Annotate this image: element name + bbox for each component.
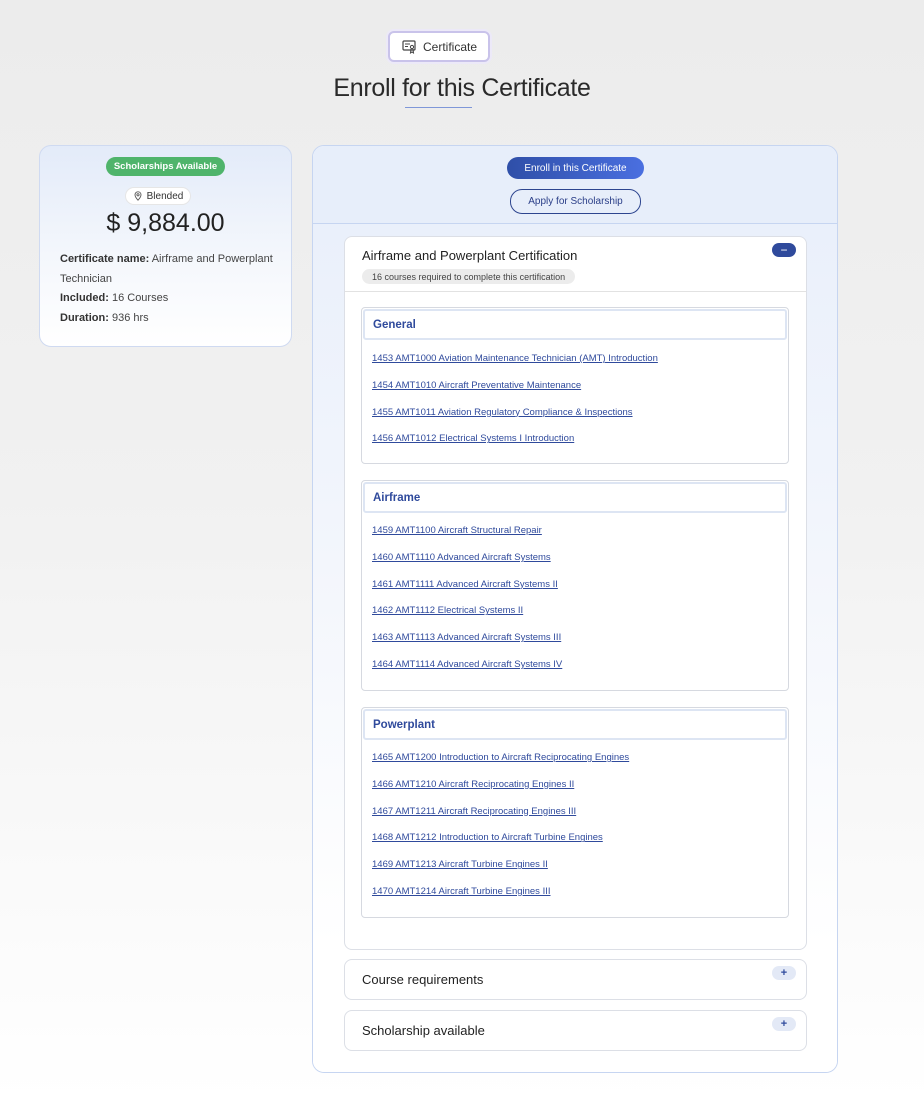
list-item: 1468 AMT1212 Introduction to Aircraft Tu…: [372, 827, 629, 854]
included-label: Included:: [60, 292, 109, 304]
accordion-divider: [345, 291, 806, 292]
duration-label: Duration:: [60, 311, 109, 324]
page-title: Enroll for this Certificate: [333, 74, 591, 102]
list-item: 1462 AMT1112 Electrical Systems II: [372, 600, 562, 627]
scholarship-title[interactable]: Scholarship available: [362, 1023, 485, 1038]
course-link[interactable]: 1466 AMT1210 Aircraft Reciprocating Engi…: [372, 779, 574, 790]
list-item: 1467 AMT1211 Aircraft Reciprocating Engi…: [372, 801, 629, 828]
list-item: 1456 AMT1012 Electrical Systems I Introd…: [372, 428, 658, 455]
course-link[interactable]: 1470 AMT1214 Aircraft Turbine Engines II…: [372, 886, 551, 897]
duration-value: 936 hrs: [111, 311, 149, 324]
certificate-tag-label: Certificate: [422, 39, 478, 54]
list-item: 1464 AMT1114 Advanced Aircraft Systems I…: [372, 654, 562, 681]
list-item: 1465 AMT1200 Introduction to Aircraft Re…: [372, 747, 629, 774]
delivery-mode-badge: Blended: [125, 187, 191, 205]
list-item: 1455 AMT1011 Aviation Regulatory Complia…: [372, 402, 658, 429]
certificate-details: Certificate name: Airframe and Powerplan…: [60, 250, 280, 328]
certificate-tag: Certificate: [388, 31, 490, 62]
certificate-name-row: Certificate name: Airframe and Powerplan…: [60, 250, 280, 289]
scholarship-accordion[interactable]: Scholarship available +: [344, 1010, 807, 1051]
course-list: 1453 AMT1000 Aviation Maintenance Techni…: [372, 348, 658, 455]
course-group-header: General: [363, 309, 787, 340]
course-group-airframe: Airframe 1459 AMT1100 Aircraft Structura…: [361, 480, 789, 691]
expand-toggle[interactable]: +: [772, 966, 796, 980]
course-link[interactable]: 1453 AMT1000 Aviation Maintenance Techni…: [372, 353, 658, 364]
course-link[interactable]: 1463 AMT1113 Advanced Aircraft Systems I…: [372, 632, 561, 643]
certification-title[interactable]: Airframe and Powerplant Certification: [362, 248, 577, 263]
collapse-toggle[interactable]: −: [772, 243, 796, 257]
course-link[interactable]: 1456 AMT1012 Electrical Systems I Introd…: [372, 433, 574, 444]
course-link[interactable]: 1467 AMT1211 Aircraft Reciprocating Engi…: [372, 806, 576, 817]
course-requirements-accordion[interactable]: Course requirements +: [344, 959, 807, 1000]
course-link[interactable]: 1464 AMT1114 Advanced Aircraft Systems I…: [372, 659, 562, 670]
enrollment-actions: Enroll in this Certificate Apply for Sch…: [313, 146, 837, 224]
delivery-mode-label: Blended: [146, 190, 184, 202]
course-link[interactable]: 1454 AMT1010 Aircraft Preventative Maint…: [372, 380, 581, 391]
list-item: 1470 AMT1214 Aircraft Turbine Engines II…: [372, 881, 629, 908]
course-link[interactable]: 1468 AMT1212 Introduction to Aircraft Tu…: [372, 832, 603, 843]
list-item: 1460 AMT1110 Advanced Aircraft Systems: [372, 547, 562, 574]
list-item: 1469 AMT1213 Aircraft Turbine Engines II: [372, 854, 629, 881]
expand-toggle[interactable]: +: [772, 1017, 796, 1031]
certificate-icon: [402, 39, 416, 54]
course-link[interactable]: 1462 AMT1112 Electrical Systems II: [372, 605, 523, 616]
course-list: 1465 AMT1200 Introduction to Aircraft Re…: [372, 747, 629, 908]
course-list: 1459 AMT1100 Aircraft Structural Repair …: [372, 520, 562, 681]
list-item: 1466 AMT1210 Aircraft Reciprocating Engi…: [372, 774, 629, 801]
course-link[interactable]: 1461 AMT1111 Advanced Aircraft Systems I…: [372, 579, 558, 590]
list-item: 1463 AMT1113 Advanced Aircraft Systems I…: [372, 627, 562, 654]
list-item: 1461 AMT1111 Advanced Aircraft Systems I…: [372, 574, 562, 601]
enrollment-panel: Enroll in this Certificate Apply for Sch…: [312, 145, 838, 1073]
course-group-powerplant: Powerplant 1465 AMT1200 Introduction to …: [361, 707, 789, 918]
course-group-name: Powerplant: [373, 719, 435, 731]
course-link[interactable]: 1459 AMT1100 Aircraft Structural Repair: [372, 525, 542, 536]
courses-required-badge: 16 courses required to complete this cer…: [362, 269, 576, 284]
course-group-name: General: [373, 319, 416, 331]
list-item: 1453 AMT1000 Aviation Maintenance Techni…: [372, 348, 658, 375]
course-link[interactable]: 1455 AMT1011 Aviation Regulatory Complia…: [372, 407, 633, 418]
course-requirements-title[interactable]: Course requirements: [362, 972, 483, 987]
course-group-header: Powerplant: [363, 709, 787, 740]
duration-row: Duration: 936 hrs: [60, 309, 280, 329]
title-underline: [405, 107, 472, 108]
course-group-general: General 1453 AMT1000 Aviation Maintenanc…: [361, 307, 789, 464]
included-row: Included: 16 Courses: [60, 289, 280, 309]
included-value: 16 Courses: [111, 292, 169, 304]
certificate-summary-card: Scholarships Available Blended $ 9,884.0…: [39, 145, 292, 347]
course-link[interactable]: 1460 AMT1110 Advanced Aircraft Systems: [372, 552, 551, 563]
list-item: 1454 AMT1010 Aircraft Preventative Maint…: [372, 375, 658, 402]
certificate-name-label: Certificate name:: [60, 253, 150, 265]
price: $ 9,884.00: [106, 209, 225, 237]
course-group-name: Airframe: [373, 492, 421, 504]
apply-scholarship-button[interactable]: Apply for Scholarship: [510, 189, 641, 214]
list-item: 1459 AMT1100 Aircraft Structural Repair: [372, 520, 562, 547]
course-group-header: Airframe: [363, 482, 787, 513]
location-pin-icon: [134, 191, 142, 201]
course-link[interactable]: 1465 AMT1200 Introduction to Aircraft Re…: [372, 752, 629, 763]
certification-accordion: Airframe and Powerplant Certification − …: [344, 236, 807, 950]
enroll-button[interactable]: Enroll in this Certificate: [507, 157, 644, 179]
course-link[interactable]: 1469 AMT1213 Aircraft Turbine Engines II: [372, 859, 548, 870]
scholarship-badge: Scholarships Available: [106, 157, 225, 176]
